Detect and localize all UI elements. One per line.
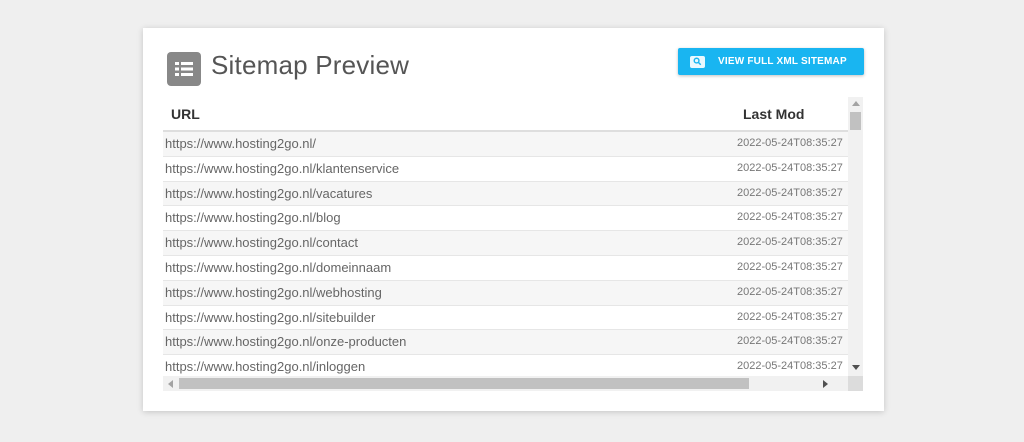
vertical-scroll-thumb[interactable] — [850, 112, 861, 130]
scroll-right-arrow-icon[interactable] — [823, 380, 828, 388]
vertical-scrollbar[interactable] — [848, 97, 863, 376]
table-row: https://www.hosting2go.nl/blog 2022-05-2… — [163, 206, 848, 232]
table-row: https://www.hosting2go.nl/onze-producten… — [163, 330, 848, 356]
sitemap-table: URL Last Mod https://www.hosting2go.nl/ … — [163, 97, 848, 376]
sitemap-table-container: URL Last Mod https://www.hosting2go.nl/ … — [163, 97, 863, 392]
scrollbar-corner — [848, 376, 863, 391]
horizontal-scroll-thumb[interactable] — [179, 378, 749, 389]
horizontal-scrollbar[interactable] — [163, 376, 848, 391]
scroll-left-arrow-icon[interactable] — [168, 380, 173, 388]
last-mod-cell: 2022-05-24T08:35:27 — [737, 186, 843, 199]
view-full-xml-sitemap-label: VIEW FULL XML SITEMAP — [718, 56, 847, 67]
url-cell[interactable]: https://www.hosting2go.nl/vacatures — [165, 186, 372, 201]
url-cell[interactable]: https://www.hosting2go.nl/sitebuilder — [165, 310, 375, 325]
page-title: Sitemap Preview — [211, 50, 410, 80]
last-mod-cell: 2022-05-24T08:35:27 — [737, 211, 843, 224]
scroll-down-arrow-icon[interactable] — [852, 365, 860, 370]
last-mod-cell: 2022-05-24T08:35:27 — [737, 335, 843, 348]
url-cell[interactable]: https://www.hosting2go.nl/webhosting — [165, 285, 382, 300]
table-row: https://www.hosting2go.nl/sitebuilder 20… — [163, 305, 848, 331]
last-mod-cell: 2022-05-24T08:35:27 — [737, 161, 843, 174]
sitemap-list-icon — [167, 52, 201, 86]
table-row: https://www.hosting2go.nl/domeinnaam 202… — [163, 255, 848, 281]
last-mod-cell: 2022-05-24T08:35:27 — [737, 310, 843, 323]
url-cell[interactable]: https://www.hosting2go.nl/domeinnaam — [165, 260, 391, 275]
table-row: https://www.hosting2go.nl/contact 2022-0… — [163, 231, 848, 256]
url-cell[interactable]: https://www.hosting2go.nl/klantenservice — [165, 161, 399, 176]
table-row: https://www.hosting2go.nl/klantenservice… — [163, 156, 848, 182]
column-header-url: URL — [171, 106, 200, 122]
column-header-last-mod: Last Mod — [743, 106, 805, 122]
table-row: https://www.hosting2go.nl/ 2022-05-24T08… — [163, 132, 848, 157]
url-cell[interactable]: https://www.hosting2go.nl/blog — [165, 210, 341, 225]
view-full-xml-sitemap-button[interactable]: VIEW FULL XML SITEMAP — [678, 48, 864, 75]
url-cell[interactable]: https://www.hosting2go.nl/inloggen — [165, 359, 365, 374]
url-cell[interactable]: https://www.hosting2go.nl/onze-producten — [165, 334, 406, 349]
table-body: https://www.hosting2go.nl/ 2022-05-24T08… — [163, 132, 848, 376]
sitemap-preview-card: Sitemap Preview VIEW FULL XML SITEMAP UR… — [143, 28, 884, 411]
url-cell[interactable]: https://www.hosting2go.nl/ — [165, 136, 316, 151]
last-mod-cell: 2022-05-24T08:35:27 — [737, 236, 843, 249]
scroll-up-arrow-icon[interactable] — [852, 101, 860, 106]
table-row: https://www.hosting2go.nl/webhosting 202… — [163, 280, 848, 306]
last-mod-cell: 2022-05-24T08:35:27 — [737, 260, 843, 273]
last-mod-cell: 2022-05-24T08:35:27 — [737, 285, 843, 298]
last-mod-cell: 2022-05-24T08:35:27 — [737, 360, 843, 373]
table-header: URL Last Mod — [163, 97, 848, 132]
url-cell[interactable]: https://www.hosting2go.nl/contact — [165, 235, 358, 250]
last-mod-cell: 2022-05-24T08:35:27 — [737, 137, 843, 149]
table-row: https://www.hosting2go.nl/vacatures 2022… — [163, 181, 848, 207]
table-row: https://www.hosting2go.nl/inloggen 2022-… — [163, 355, 848, 376]
search-icon — [690, 55, 705, 68]
